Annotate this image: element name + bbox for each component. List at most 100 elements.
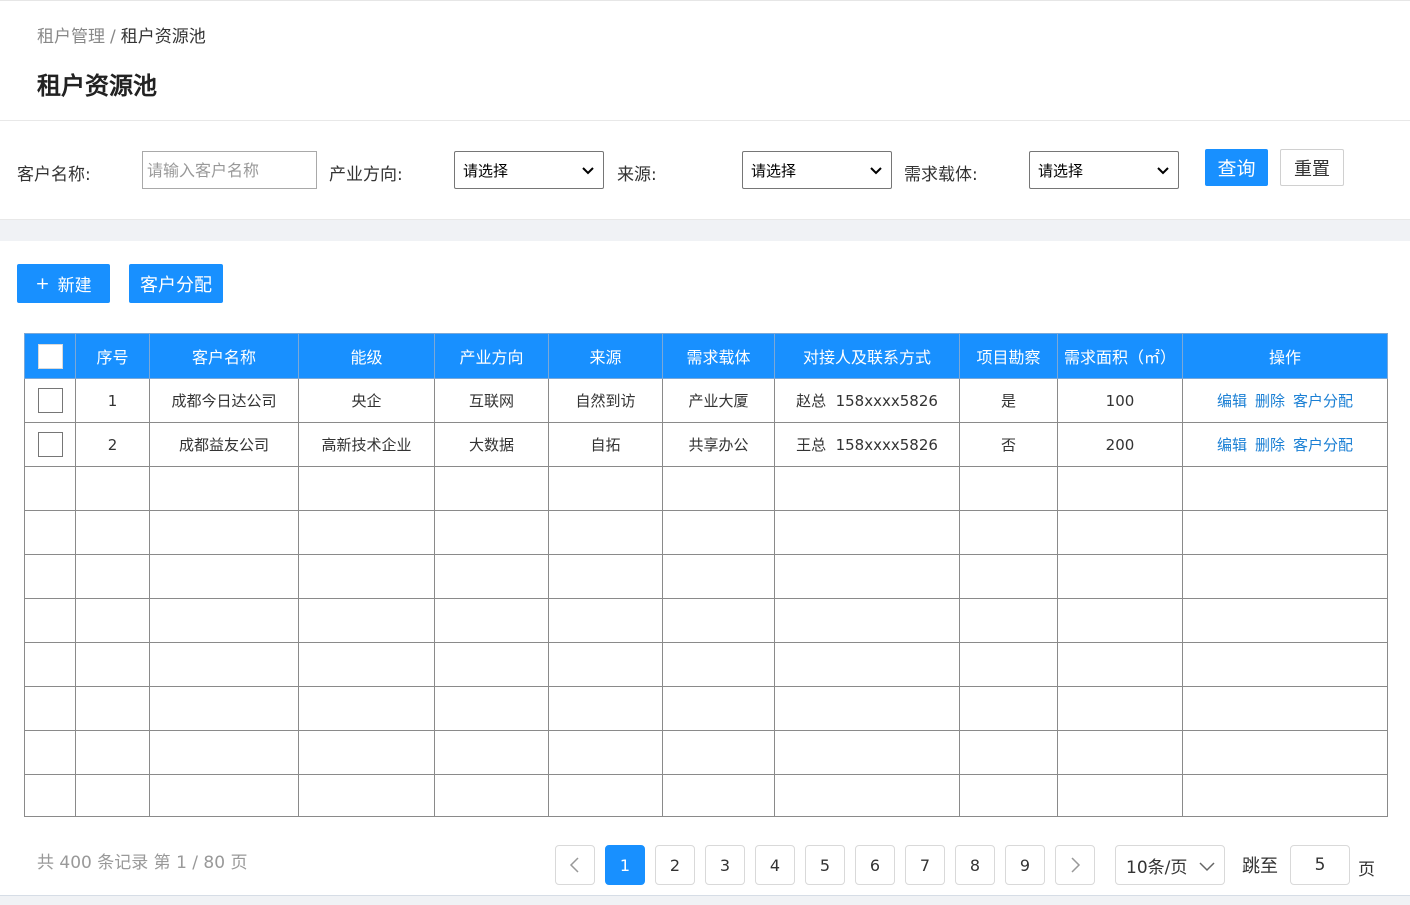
cell-area: 200 (1057, 422, 1183, 467)
cell-survey: 是 (959, 378, 1058, 423)
row-checkbox[interactable] (37, 432, 63, 457)
section-separator (0, 219, 1410, 241)
cell-source: 自拓 (548, 422, 663, 467)
cell-contact: 赵总 158xxxx5826 (774, 378, 960, 423)
column-header: 对接人及联系方式 (774, 333, 960, 379)
prev-page-button[interactable] (555, 845, 595, 885)
source-label: 来源: (617, 165, 657, 185)
page-button[interactable]: 7 (905, 845, 945, 885)
edit-link[interactable]: 编辑 (1217, 392, 1247, 410)
page-size-value: 10条/页 (1126, 857, 1188, 878)
empty-row (24, 554, 1388, 599)
empty-row (24, 510, 1388, 555)
breadcrumb-parent[interactable]: 租户管理 (37, 27, 105, 47)
industry-label: 产业方向: (329, 165, 403, 185)
reset-button[interactable]: 重置 (1280, 149, 1344, 186)
delete-link[interactable]: 删除 (1255, 436, 1285, 454)
breadcrumb-separator: / (110, 27, 116, 47)
column-header: 客户名称 (149, 333, 299, 379)
jump-page-input[interactable] (1290, 845, 1350, 885)
page-button[interactable]: 2 (655, 845, 695, 885)
column-header: 需求面积（㎡） (1057, 333, 1183, 379)
cell-area: 100 (1057, 378, 1183, 423)
column-header: 来源 (548, 333, 663, 379)
industry-select[interactable]: 请选择 (454, 151, 604, 189)
cell-level: 高新技术企业 (298, 422, 435, 467)
page-button[interactable]: 8 (955, 845, 995, 885)
table-row: 2 成都益友公司 高新技术企业 大数据 自拓 共享办公 王总 158xxxx58… (24, 422, 1388, 467)
customer-table: 序号 客户名称 能级 产业方向 来源 需求载体 对接人及联系方式 项目勘察 需求… (24, 333, 1388, 817)
query-button[interactable]: 查询 (1205, 149, 1268, 186)
industry-select-value: 请选择 (463, 161, 509, 180)
cell-source: 自然到访 (548, 378, 663, 423)
select-all-checkbox[interactable] (37, 343, 63, 369)
page-button[interactable]: 5 (805, 845, 845, 885)
cell-index: 2 (75, 422, 150, 467)
cell-contact: 王总 158xxxx5826 (774, 422, 960, 467)
page-title: 租户资源池 (37, 72, 157, 100)
next-page-button[interactable] (1055, 845, 1095, 885)
page-button[interactable]: 9 (1005, 845, 1045, 885)
cell-name: 成都益友公司 (149, 422, 299, 467)
column-header: 序号 (75, 333, 150, 379)
empty-row (24, 642, 1388, 687)
page-size-select[interactable]: 10条/页 (1115, 845, 1225, 885)
column-header: 需求载体 (662, 333, 775, 379)
chevron-down-icon (1157, 167, 1169, 175)
table-header-row: 序号 客户名称 能级 产业方向 来源 需求载体 对接人及联系方式 项目勘察 需求… (24, 333, 1388, 379)
cell-level: 央企 (298, 378, 435, 423)
cell-carrier: 共享办公 (662, 422, 775, 467)
carrier-label: 需求载体: (904, 165, 978, 185)
page-button[interactable]: 6 (855, 845, 895, 885)
customer-name-input[interactable] (142, 151, 317, 189)
select-all-cell (24, 333, 76, 379)
cell-industry: 大数据 (434, 422, 549, 467)
cell-actions: 编辑 删除 客户分配 (1182, 422, 1388, 467)
assign-link[interactable]: 客户分配 (1293, 436, 1353, 454)
page-button[interactable]: 3 (705, 845, 745, 885)
customer-assign-button[interactable]: 客户分配 (129, 264, 223, 303)
delete-link[interactable]: 删除 (1255, 392, 1285, 410)
cell-carrier: 产业大厦 (662, 378, 775, 423)
new-button[interactable]: + 新建 (17, 264, 110, 303)
assign-link[interactable]: 客户分配 (1293, 392, 1353, 410)
cell-actions: 编辑 删除 客户分配 (1182, 378, 1388, 423)
bottom-border (0, 895, 1410, 905)
cell-index: 1 (75, 378, 150, 423)
plus-icon: + (35, 273, 50, 294)
jump-label: 跳至 (1242, 856, 1278, 877)
row-select-cell (24, 422, 76, 467)
table-row: 1 成都今日达公司 央企 互联网 自然到访 产业大厦 赵总 158xxxx582… (24, 378, 1388, 423)
top-border (0, 0, 1410, 1)
page-button[interactable]: 4 (755, 845, 795, 885)
empty-row (24, 730, 1388, 775)
column-header: 能级 (298, 333, 435, 379)
carrier-select-value: 请选择 (1038, 161, 1084, 180)
customer-name-label: 客户名称: (17, 165, 91, 185)
empty-row (24, 598, 1388, 643)
carrier-select[interactable]: 请选择 (1029, 151, 1179, 189)
chevron-right-icon (1071, 857, 1081, 873)
source-select-value: 请选择 (751, 161, 797, 180)
breadcrumb: 租户管理 / 租户资源池 (37, 22, 206, 47)
row-checkbox[interactable] (37, 388, 63, 413)
breadcrumb-current: 租户资源池 (120, 27, 206, 47)
column-header: 项目勘察 (959, 333, 1058, 379)
page-button[interactable]: 1 (605, 845, 645, 885)
chevron-down-icon (582, 167, 594, 175)
new-button-label: 新建 (57, 276, 92, 296)
cell-survey: 否 (959, 422, 1058, 467)
header-divider (0, 120, 1410, 121)
chevron-left-icon (569, 857, 579, 873)
chevron-down-icon (870, 167, 882, 175)
empty-row (24, 686, 1388, 731)
column-header: 操作 (1182, 333, 1388, 379)
source-select[interactable]: 请选择 (742, 151, 892, 189)
chevron-down-icon (1199, 862, 1215, 872)
pagination-summary: 共 400 条记录 第 1 / 80 页 (37, 853, 248, 873)
cell-industry: 互联网 (434, 378, 549, 423)
empty-row (24, 466, 1388, 511)
edit-link[interactable]: 编辑 (1217, 436, 1247, 454)
row-select-cell (24, 378, 76, 423)
column-header: 产业方向 (434, 333, 549, 379)
